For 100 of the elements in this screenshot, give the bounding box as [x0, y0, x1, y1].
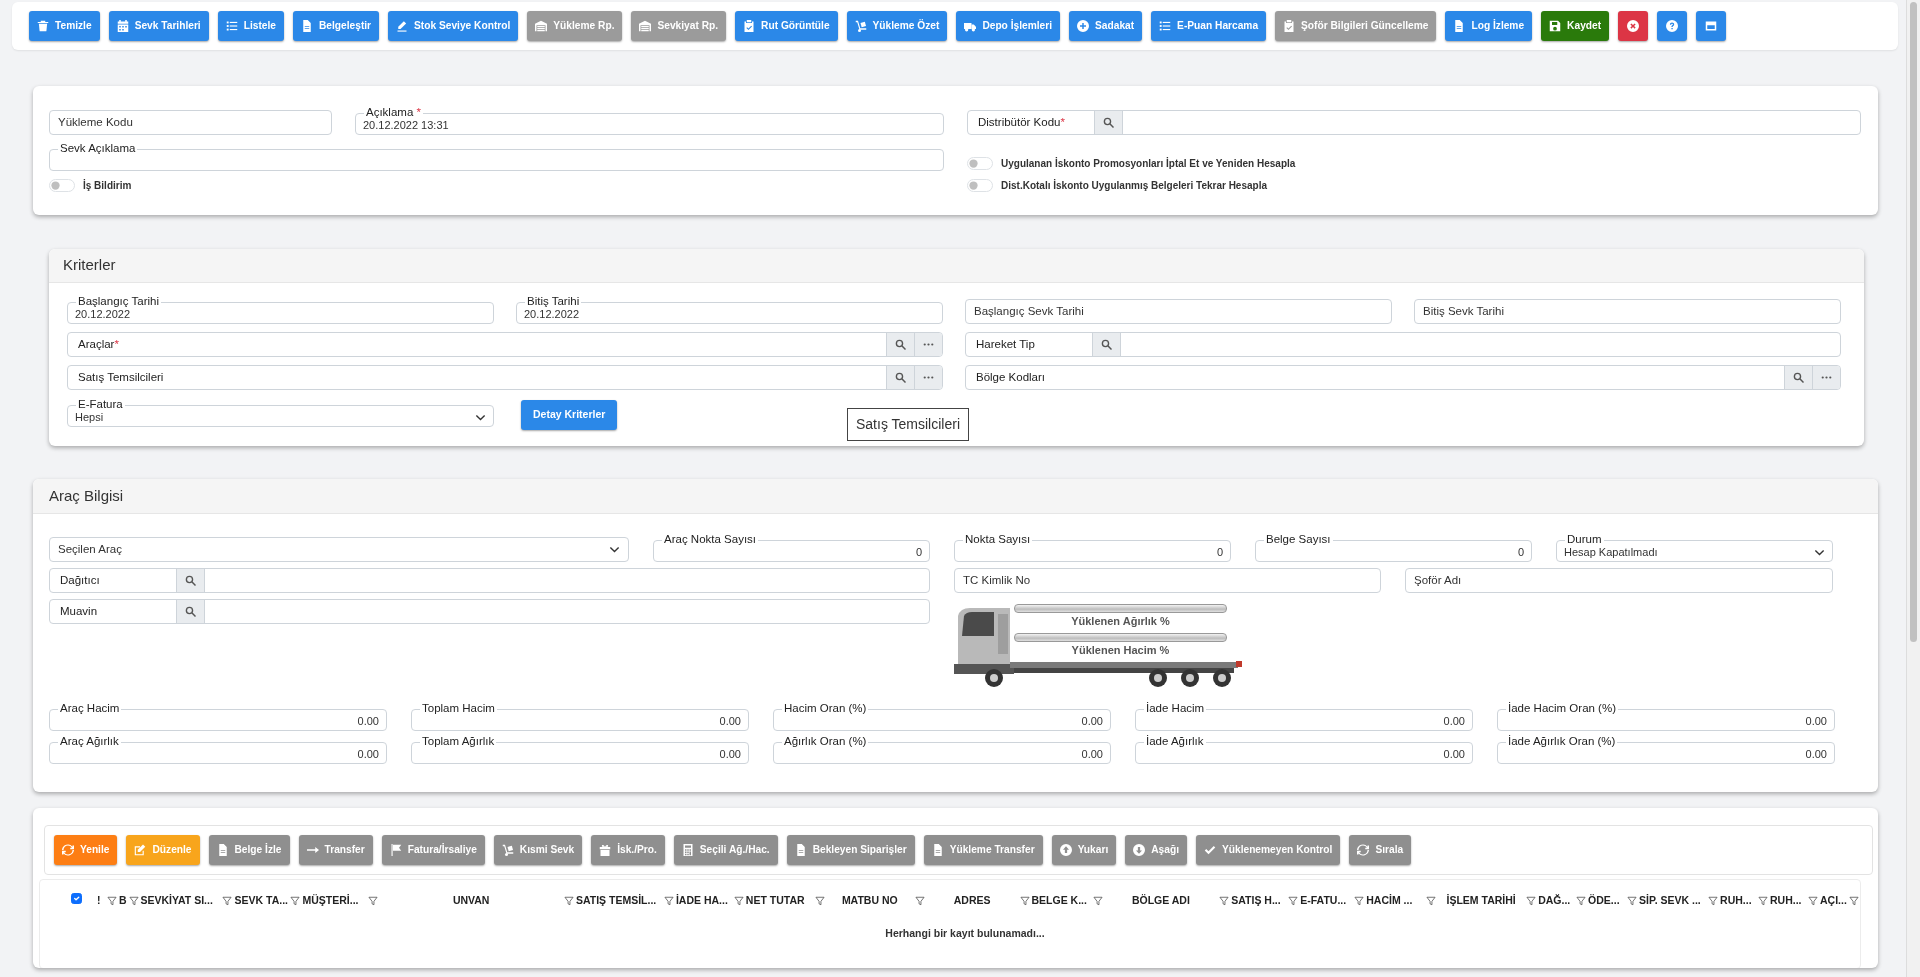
- select-field[interactable]: E-Fatura Hepsi: [67, 398, 494, 427]
- text-field[interactable]: Başlangıç Sevk Tarihi: [965, 299, 1392, 324]
- toolbar-button[interactable]: Depo İşlemleri: [956, 11, 1061, 41]
- column-header[interactable]: SİP. SEVK ...: [1639, 893, 1701, 909]
- column-header[interactable]: MÜŞTERİ...: [302, 893, 359, 909]
- text-field[interactable]: Başlangıç Tarihi 20.12.2022: [67, 295, 494, 324]
- toggle-switch[interactable]: [49, 179, 75, 192]
- filter-icon: [1426, 896, 1437, 906]
- lookup-field[interactable]: Hareket Tip: [965, 332, 1841, 357]
- number-field[interactable]: Ağırlık Oran (%) 0.00: [773, 735, 1111, 764]
- column-header[interactable]: SEVKİYAT SI...: [140, 893, 213, 909]
- lookup-field[interactable]: Bölge Kodları: [965, 365, 1841, 390]
- text-field[interactable]: Yükleme Kodu: [49, 110, 332, 135]
- column-header[interactable]: B: [118, 893, 127, 909]
- calendar-icon: [116, 20, 129, 32]
- search-button[interactable]: [177, 600, 205, 623]
- toggle-switch[interactable]: [967, 179, 993, 192]
- lookup-field[interactable]: Araçlar*: [67, 332, 943, 357]
- number-field[interactable]: İade Hacim 0.00: [1135, 702, 1473, 731]
- help-button[interactable]: [1657, 11, 1688, 41]
- column-header[interactable]: SATIŞ H...: [1231, 893, 1281, 909]
- filter-icon: [1708, 896, 1719, 906]
- number-field[interactable]: Araç Ağırlık 0.00: [49, 735, 387, 764]
- text-field[interactable]: Bitiş Tarihi 20.12.2022: [516, 295, 943, 324]
- toolbar-button[interactable]: Stok Seviye Kontrol: [388, 11, 519, 41]
- field-label: Bitiş Sevk Tarihi: [1423, 303, 1504, 319]
- column-header[interactable]: DAĞ...: [1538, 893, 1571, 909]
- toolbar-button[interactable]: Listele: [217, 11, 284, 41]
- column-header[interactable]: İŞLEM TARİHİ: [1438, 893, 1525, 909]
- toolbar-button[interactable]: Belgeleştir: [293, 11, 380, 41]
- column-header[interactable]: ADRES: [926, 893, 1018, 909]
- number-field[interactable]: Belge Sayısı 0: [1255, 533, 1532, 562]
- search-button[interactable]: [1093, 333, 1121, 356]
- toolbar-button[interactable]: Yükleme Özet: [846, 11, 948, 41]
- column-header[interactable]: BELGE K...: [1031, 893, 1087, 909]
- column-header[interactable]: !: [96, 893, 101, 909]
- column-header[interactable]: UNVAN: [380, 893, 562, 909]
- toolbar-button[interactable]: Sevk Tarihleri: [108, 11, 209, 41]
- select-all-checkbox[interactable]: [71, 893, 82, 905]
- text-field[interactable]: TC Kimlik No: [954, 568, 1381, 593]
- detail-button[interactable]: Detay Kriterler: [521, 400, 618, 430]
- toggle-switch[interactable]: [967, 157, 993, 170]
- column-header[interactable]: SEVK TA...: [234, 893, 288, 909]
- document-icon: [1453, 20, 1466, 32]
- column-header[interactable]: RUH...: [1720, 893, 1752, 909]
- toolbar-button[interactable]: Temizle: [29, 11, 100, 41]
- text-field[interactable]: Sevk Açıklama: [49, 142, 944, 171]
- number-field[interactable]: Araç Hacim 0.00: [49, 702, 387, 731]
- select-field[interactable]: Durum Hesap Kapatılmadı: [1556, 533, 1833, 562]
- edit-icon: [134, 844, 147, 856]
- search-button[interactable]: [1784, 366, 1812, 389]
- column-header[interactable]: BÖLGE ADI: [1104, 893, 1218, 909]
- column-header[interactable]: HACİM ...: [1366, 893, 1413, 909]
- number-field[interactable]: Toplam Hacim 0.00: [411, 702, 749, 731]
- toolbar-button[interactable]: Rut Görüntüle: [735, 11, 838, 41]
- filter-icon: [1576, 896, 1587, 906]
- search-icon: [895, 372, 906, 383]
- flag-icon: [389, 844, 402, 856]
- window-button[interactable]: [1696, 11, 1727, 41]
- number-field[interactable]: İade Ağırlık 0.00: [1135, 735, 1473, 764]
- field-label: İade Ağırlık: [1144, 735, 1206, 748]
- column-header[interactable]: MATBU NO: [826, 893, 913, 909]
- number-field[interactable]: İade Hacim Oran (%) 0.00: [1497, 702, 1835, 731]
- number-field[interactable]: İade Ağırlık Oran (%) 0.00: [1497, 735, 1835, 764]
- column-header[interactable]: ÖDE...: [1588, 893, 1620, 909]
- lookup-field[interactable]: Satış Temsilcileri: [67, 365, 943, 390]
- lookup-field[interactable]: Distribütör Kodu*: [967, 110, 1861, 135]
- column-header[interactable]: SATIŞ TEMSİL...: [575, 893, 657, 909]
- number-field[interactable]: Araç Nokta Sayısı 0: [653, 533, 930, 562]
- refresh-icon: [1357, 844, 1370, 856]
- window-icon: [1705, 20, 1718, 32]
- text-field[interactable]: Açıklama * 20.12.2022 13:31: [355, 106, 944, 135]
- toolbar-button[interactable]: Kaydet: [1541, 11, 1610, 41]
- search-button[interactable]: [886, 366, 914, 389]
- scrollbar[interactable]: [1906, 0, 1920, 977]
- number-field[interactable]: Hacim Oran (%) 0.00: [773, 702, 1111, 731]
- hand-truck-icon: [854, 20, 867, 32]
- toolbar-button[interactable]: E-Puan Harcama: [1151, 11, 1267, 41]
- search-icon: [895, 339, 906, 350]
- close-button[interactable]: [1618, 11, 1649, 41]
- column-header[interactable]: E-FATU...: [1300, 893, 1347, 909]
- column-header[interactable]: İADE HA...: [675, 893, 728, 909]
- column-header[interactable]: RUH...: [1770, 893, 1802, 909]
- text-field[interactable]: Bitiş Sevk Tarihi: [1414, 299, 1841, 324]
- lookup-field[interactable]: Dağıtıcı: [49, 568, 930, 593]
- column-header[interactable]: AÇI...: [1820, 893, 1847, 909]
- field-label: Açıklama *: [364, 106, 423, 119]
- text-field[interactable]: Şoför Adı: [1405, 568, 1833, 593]
- select-field[interactable]: Seçilen Araç: [49, 537, 629, 562]
- search-button[interactable]: [1095, 111, 1123, 134]
- warehouse-icon: [639, 20, 652, 32]
- search-button[interactable]: [886, 333, 914, 356]
- toolbar-button[interactable]: Sadakat: [1069, 11, 1143, 41]
- search-button[interactable]: [177, 569, 205, 592]
- column-header[interactable]: NET TUTAR: [745, 893, 805, 909]
- number-field[interactable]: Nokta Sayısı 0: [954, 533, 1231, 562]
- toolbar-button[interactable]: Log İzleme: [1445, 11, 1533, 41]
- scrollbar-thumb[interactable]: [1910, 2, 1917, 642]
- lookup-field[interactable]: Muavin: [49, 599, 930, 624]
- number-field[interactable]: Toplam Ağırlık 0.00: [411, 735, 749, 764]
